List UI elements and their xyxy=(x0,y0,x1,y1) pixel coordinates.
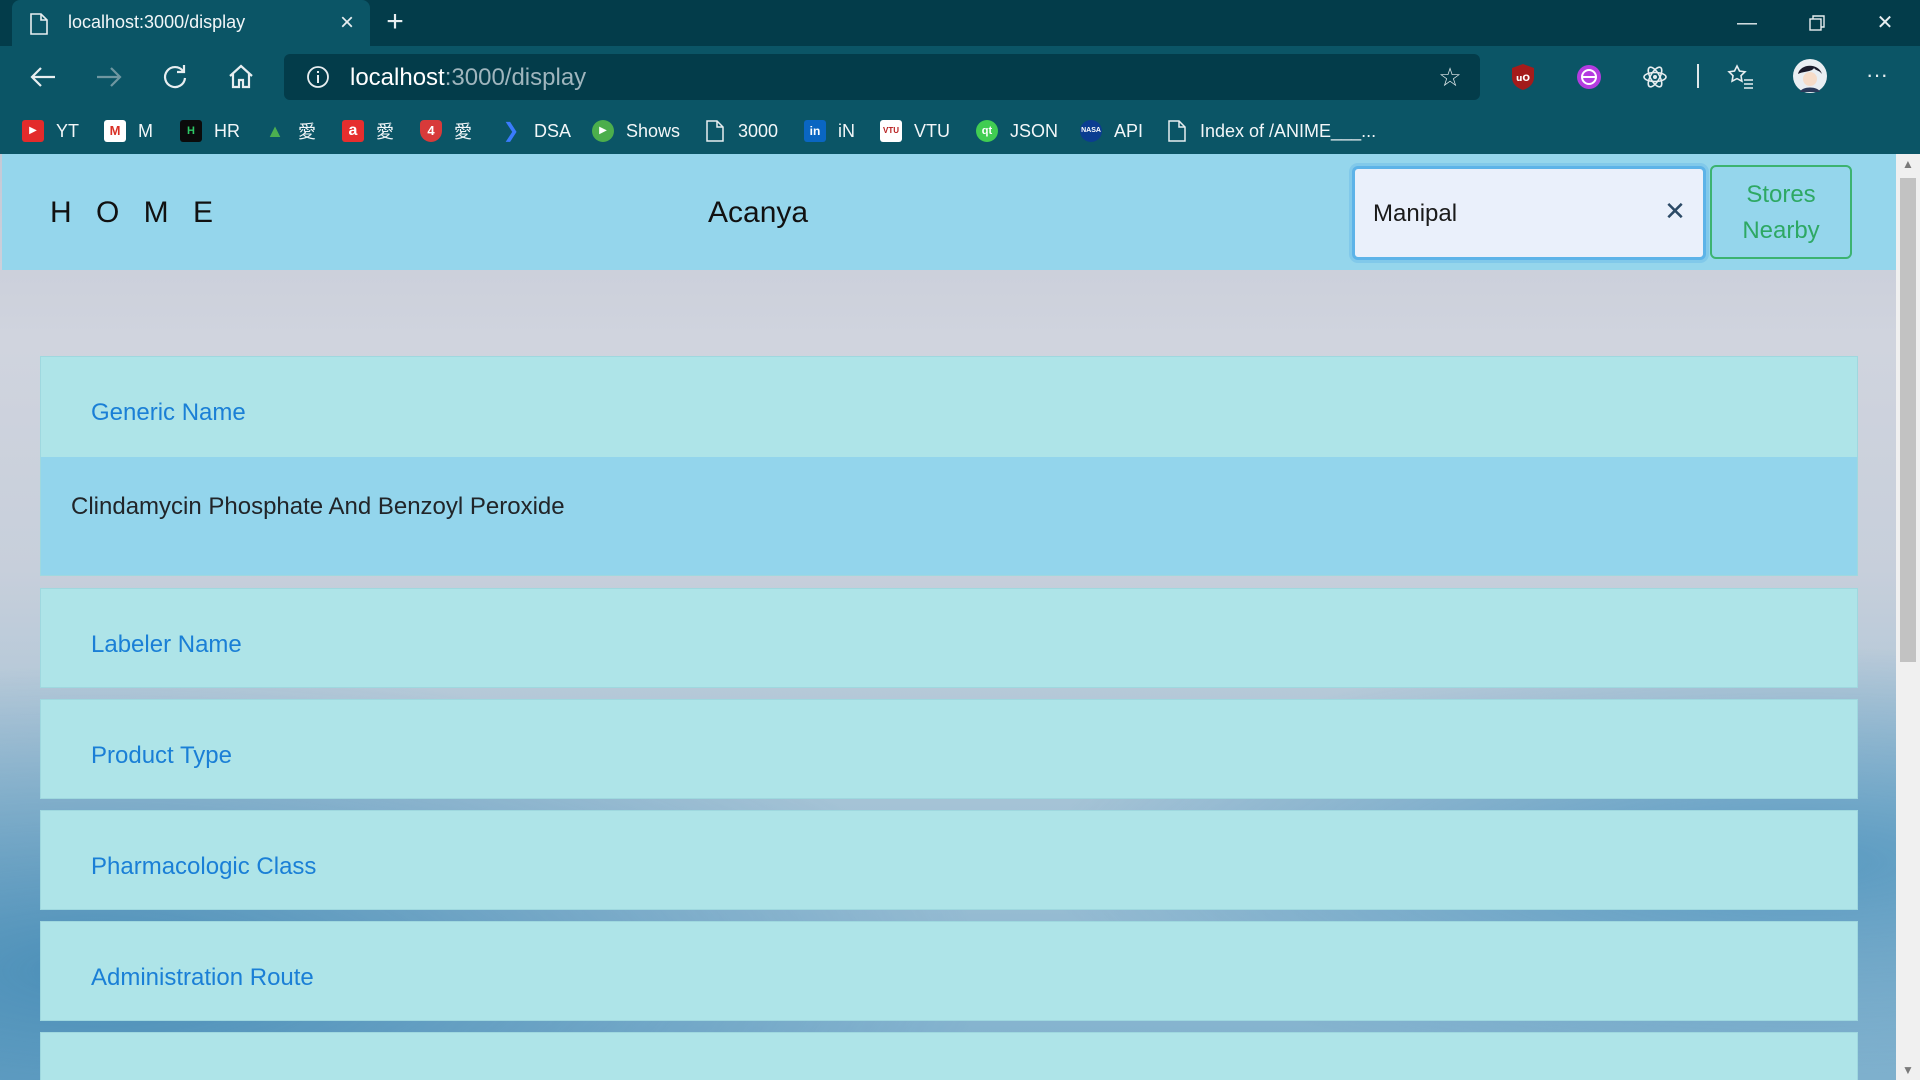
bookmark-m[interactable]: M M xyxy=(104,118,153,144)
bookmark-label: M xyxy=(138,120,153,141)
location-search-value[interactable]: Manipal xyxy=(1373,200,1457,228)
home-link[interactable]: H O M E xyxy=(50,196,221,230)
svg-text:uO: uO xyxy=(1516,74,1530,84)
bookmark-yt[interactable]: ▶ YT xyxy=(22,118,79,144)
location-search-input[interactable]: Manipal ✕ xyxy=(1352,166,1706,260)
page-icon xyxy=(1166,120,1188,142)
page-viewport: H O M E Acanya Manipal ✕ Stores Nearby G… xyxy=(0,154,1920,1080)
card-labeler-name[interactable]: Labeler Name xyxy=(40,588,1858,688)
bookmark-label: API xyxy=(1114,120,1144,141)
card-title: Pharmacologic Class xyxy=(91,853,317,880)
back-icon[interactable] xyxy=(26,60,60,94)
bookmark-linkedin[interactable]: in iN xyxy=(804,118,855,144)
tab-strip: localhost:3000/display × + — ✕ xyxy=(0,0,1920,46)
bookmark-label: VTU xyxy=(914,120,950,141)
stores-nearby-label-line2: Nearby xyxy=(1742,217,1820,244)
gmail-icon: M xyxy=(104,120,126,142)
bookmark-label: DSA xyxy=(534,120,572,141)
bookmark-vtu[interactable]: VTU VTU xyxy=(880,118,950,144)
card-title: Administration Route xyxy=(91,964,314,991)
clear-icon[interactable]: ✕ xyxy=(1663,198,1687,224)
bookmark-shows[interactable]: ▶ Shows xyxy=(592,118,680,144)
bookmark-label: Shows xyxy=(626,120,681,141)
browser-chrome: localhost:3000/display × + — ✕ localhost… xyxy=(0,0,1920,154)
ublock-icon[interactable]: uO xyxy=(1508,62,1538,92)
home-icon[interactable] xyxy=(224,60,258,94)
bookmark-label: JSON xyxy=(1010,120,1059,141)
brand-title: Acanya xyxy=(708,196,809,229)
vertical-scrollbar[interactable]: ▲ ▼ xyxy=(1896,154,1920,1080)
new-tab-icon[interactable]: + xyxy=(380,7,410,38)
profile-avatar[interactable] xyxy=(1792,58,1828,94)
favorites-icon[interactable] xyxy=(1726,62,1756,92)
navigation-bar: localhost:3000/display ☆ uO ··· xyxy=(0,46,1920,108)
stores-nearby-label-line1: Stores xyxy=(1746,181,1816,208)
stores-nearby-button[interactable]: Stores Nearby xyxy=(1710,165,1852,259)
bookmark-label: iN xyxy=(838,120,855,141)
bookmark-label: YT xyxy=(56,120,80,141)
bookmark-hr[interactable]: H HR xyxy=(180,118,240,144)
bookmark-label: HR xyxy=(214,120,240,141)
bookmark-label: 愛 xyxy=(376,122,394,142)
minimize-icon[interactable]: — xyxy=(1722,6,1772,40)
bookmark-label: Index of /ANIME___... xyxy=(1200,120,1377,141)
browser-tab[interactable]: localhost:3000/display × xyxy=(12,0,370,46)
card-title: Labeler Name xyxy=(91,631,242,658)
scroll-up-icon[interactable]: ▲ xyxy=(1896,154,1920,174)
refresh-icon[interactable] xyxy=(158,60,192,94)
card-pharmacologic-class[interactable]: Pharmacologic Class xyxy=(40,810,1858,910)
scroll-down-icon[interactable]: ▼ xyxy=(1896,1060,1920,1080)
restore-icon[interactable] xyxy=(1792,6,1842,40)
play-icon: ▶ xyxy=(592,120,614,142)
more-options-icon[interactable]: ··· xyxy=(1860,58,1894,92)
card-generic-name[interactable]: Generic Name Clindamycin Phosphate And B… xyxy=(40,356,1858,576)
dsa-icon: ❯ xyxy=(502,120,520,142)
generic-name-value: Clindamycin Phosphate And Benzoyl Peroxi… xyxy=(71,493,565,520)
bookmark-label: 愛 xyxy=(454,122,472,142)
linkedin-icon: in xyxy=(804,120,826,142)
bookmark-anime-index[interactable]: Index of /ANIME___... xyxy=(1166,118,1376,144)
close-tab-icon[interactable]: × xyxy=(334,10,360,36)
card-body: Clindamycin Phosphate And Benzoyl Peroxi… xyxy=(41,457,1857,575)
tab-title: localhost:3000/display xyxy=(68,12,246,32)
card-administration-route[interactable]: Administration Route xyxy=(40,921,1858,1021)
nasa-icon: NASA xyxy=(1080,120,1102,142)
url-text[interactable]: localhost:3000/display xyxy=(350,64,586,92)
bookmark-anime-3[interactable]: 4 愛 xyxy=(420,118,472,144)
anime-shield-icon: 4 xyxy=(420,120,442,142)
page-icon xyxy=(704,120,726,142)
hackerrank-icon: H xyxy=(180,120,202,142)
scrollbar-thumb[interactable] xyxy=(1900,178,1916,662)
vtu-icon: VTU xyxy=(880,120,902,142)
extension-purple-icon[interactable] xyxy=(1574,62,1604,92)
favorite-star-icon[interactable]: ☆ xyxy=(1436,63,1464,91)
qt-icon: qt xyxy=(976,120,998,142)
card-title: Generic Name xyxy=(91,399,246,426)
site-header: H O M E Acanya Manipal ✕ Stores Nearby xyxy=(2,154,1896,270)
bookmark-json[interactable]: qt JSON xyxy=(976,118,1058,144)
toolbar-divider xyxy=(1697,64,1699,88)
bookmark-anime-1[interactable]: ▲ 愛 xyxy=(264,118,316,144)
anime-green-icon: ▲ xyxy=(266,121,284,141)
bookmark-3000[interactable]: 3000 xyxy=(704,118,778,144)
card-title: Product Type xyxy=(91,742,232,769)
react-devtools-icon[interactable] xyxy=(1640,62,1670,92)
close-window-icon[interactable]: ✕ xyxy=(1860,6,1910,40)
bookmark-dsa[interactable]: ❯ DSA xyxy=(500,118,571,144)
bookmark-anime-2[interactable]: a 愛 xyxy=(342,118,394,144)
site-info-icon[interactable] xyxy=(306,65,330,89)
bookmarks-bar: ▶ YT M M H HR ▲ 愛 a 愛 4 愛 ❯ DSA ▶ Shows xyxy=(0,108,1920,154)
youtube-icon: ▶ xyxy=(22,120,44,142)
card-product-type[interactable]: Product Type xyxy=(40,699,1858,799)
address-bar[interactable]: localhost:3000/display ☆ xyxy=(284,54,1480,100)
bookmark-api[interactable]: NASA API xyxy=(1080,118,1143,144)
card-next[interactable] xyxy=(40,1032,1858,1080)
page-icon xyxy=(30,13,48,35)
anime-red-a-icon: a xyxy=(342,120,364,142)
bookmark-label: 3000 xyxy=(738,120,779,141)
forward-icon[interactable] xyxy=(92,60,126,94)
bookmark-label: 愛 xyxy=(298,122,316,142)
